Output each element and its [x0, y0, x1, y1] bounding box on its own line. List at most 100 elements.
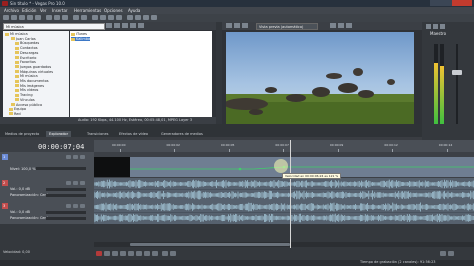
- paste-icon[interactable]: [62, 15, 68, 20]
- tab-project-media[interactable]: Medios de proyecto: [2, 131, 42, 137]
- audio-2-volume-slider[interactable]: [46, 211, 86, 214]
- audio-1-volume-slider[interactable]: [46, 188, 86, 191]
- menu-herramientas[interactable]: Herramientas: [74, 8, 101, 13]
- tree-item[interactable]: Búsquedas: [15, 41, 39, 45]
- tree-item[interactable]: Contactos: [15, 46, 38, 50]
- zoom-out-icon[interactable]: [448, 251, 454, 256]
- tree-item[interactable]: Mi música: [15, 74, 38, 78]
- explorer-path-field[interactable]: Mi música: [3, 23, 105, 30]
- undo-icon[interactable]: [73, 15, 79, 20]
- tree-item[interactable]: Máquinas virtuales: [15, 70, 53, 74]
- tree-item[interactable]: Juan Carlos: [11, 37, 36, 41]
- overlays-icon[interactable]: [330, 23, 336, 28]
- previous-frame-icon[interactable]: [162, 251, 168, 256]
- tree-item[interactable]: Mis vídeos: [15, 88, 38, 92]
- stop-icon[interactable]: [136, 251, 142, 256]
- auto-ripple-icon[interactable]: [135, 15, 141, 20]
- tree-item[interactable]: Mi música: [5, 32, 28, 36]
- audio-2-pan-slider[interactable]: [46, 217, 86, 220]
- mixer-mute-icon[interactable]: [433, 24, 438, 29]
- playhead[interactable]: [290, 140, 291, 248]
- audio-1-mute-icon[interactable]: [73, 181, 78, 185]
- maximize-button[interactable]: [441, 0, 452, 6]
- views-icon[interactable]: [122, 23, 128, 28]
- menu-opciones[interactable]: Opciones: [104, 8, 123, 13]
- redo-icon[interactable]: [81, 15, 87, 20]
- next-frame-icon[interactable]: [170, 251, 176, 256]
- timeline-scroll-thumb[interactable]: [130, 243, 290, 246]
- tree-item[interactable]: Equipo: [9, 107, 26, 111]
- menu-edicion[interactable]: Edición: [22, 8, 36, 13]
- properties-icon[interactable]: [27, 15, 33, 20]
- folder-up-icon[interactable]: [106, 23, 112, 28]
- new-project-icon[interactable]: [3, 15, 9, 20]
- file-list[interactable]: iTunes Kalimba: [70, 31, 212, 117]
- preview-quality-select[interactable]: Vista previa (automático): [256, 23, 318, 30]
- tab-media-generators[interactable]: Generadores de medios: [158, 131, 206, 137]
- open-icon[interactable]: [11, 15, 17, 20]
- tab-explorer[interactable]: Explorador: [46, 131, 72, 137]
- mixer-solo-icon[interactable]: [440, 24, 445, 29]
- tab-video-fx[interactable]: Efectos de vídeo: [116, 131, 151, 137]
- external-monitor-icon[interactable]: [234, 23, 240, 28]
- record-icon[interactable]: [96, 251, 102, 256]
- snapping-icon[interactable]: [127, 15, 133, 20]
- go-to-end-icon[interactable]: [152, 251, 158, 256]
- menu-ayuda[interactable]: Ayuda: [128, 8, 140, 13]
- video-track-mute-icon[interactable]: [73, 155, 78, 159]
- tree-item[interactable]: Acceso público: [11, 103, 42, 107]
- loop-playback-icon[interactable]: [104, 251, 110, 256]
- zoom-tool-icon[interactable]: [116, 15, 122, 20]
- play-from-start-icon[interactable]: [112, 251, 118, 256]
- audio-1-solo-icon[interactable]: [80, 181, 85, 185]
- tree-item[interactable]: Descargas: [15, 51, 38, 55]
- video-track-fx-icon[interactable]: [66, 155, 71, 159]
- zoom-in-icon[interactable]: [440, 251, 446, 256]
- tree-item[interactable]: Escritorio: [15, 56, 36, 60]
- normal-edit-tool-icon[interactable]: [92, 15, 98, 20]
- render-icon[interactable]: [35, 15, 41, 20]
- envelope-tool-icon[interactable]: [100, 15, 106, 20]
- tree-item[interactable]: Juegos guardados: [15, 65, 51, 69]
- tree-item[interactable]: Vínculos: [15, 98, 35, 102]
- tree-item[interactable]: Mis documentos: [15, 79, 49, 83]
- tree-item[interactable]: Tracing: [15, 93, 33, 97]
- close-button[interactable]: [452, 0, 472, 6]
- minimize-button[interactable]: [430, 0, 441, 6]
- split-screen-icon[interactable]: [242, 23, 248, 28]
- stop-preview-icon[interactable]: [138, 23, 144, 28]
- file-item[interactable]: iTunes: [71, 32, 90, 36]
- cut-icon[interactable]: [46, 15, 52, 20]
- tree-item[interactable]: Favoritos: [15, 60, 36, 64]
- audio-event-1[interactable]: [94, 178, 474, 201]
- tree-item[interactable]: Red: [9, 112, 21, 116]
- master-fader-handle[interactable]: [452, 70, 462, 75]
- copy-snapshot-icon[interactable]: [338, 23, 344, 28]
- save-snapshot-icon[interactable]: [346, 23, 352, 28]
- tree-item[interactable]: Mis imágenes: [15, 84, 44, 88]
- audio-2-solo-icon[interactable]: [80, 204, 85, 208]
- audio-1-pan-slider[interactable]: [46, 194, 86, 197]
- video-level-slider[interactable]: [36, 167, 86, 170]
- audio-1-fx-icon[interactable]: [66, 181, 71, 185]
- menu-insertar[interactable]: Insertar: [52, 8, 68, 13]
- tab-transitions[interactable]: Transiciones: [84, 131, 111, 137]
- menu-ver[interactable]: Ver: [40, 8, 47, 13]
- copy-icon[interactable]: [54, 15, 60, 20]
- refresh-icon[interactable]: [114, 23, 120, 28]
- save-icon[interactable]: [19, 15, 25, 20]
- start-preview-icon[interactable]: [130, 23, 136, 28]
- file-item[interactable]: Kalimba: [71, 37, 91, 41]
- go-to-start-icon[interactable]: [144, 251, 150, 256]
- mixer-fx-icon[interactable]: [426, 24, 431, 29]
- menu-archivo[interactable]: Archivo: [4, 8, 19, 13]
- pause-icon[interactable]: [128, 251, 134, 256]
- play-icon[interactable]: [120, 251, 126, 256]
- video-track-solo-icon[interactable]: [80, 155, 85, 159]
- selection-tool-icon[interactable]: [108, 15, 114, 20]
- lock-envelopes-icon[interactable]: [143, 15, 149, 20]
- ignore-grouping-icon[interactable]: [151, 15, 157, 20]
- audio-event-2[interactable]: [94, 201, 474, 224]
- audio-2-mute-icon[interactable]: [73, 204, 78, 208]
- preview-properties-icon[interactable]: [226, 23, 232, 28]
